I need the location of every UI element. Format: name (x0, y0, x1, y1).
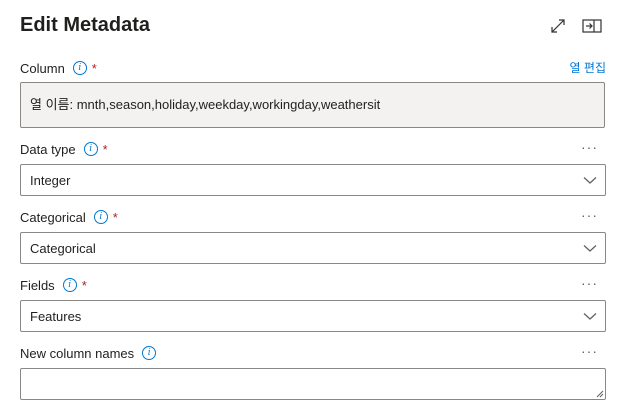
info-icon[interactable]: i (62, 278, 77, 292)
new-column-names-label-row: New column names i ··· (20, 343, 606, 363)
more-icon[interactable]: ··· (581, 139, 598, 155)
fields-label: Fields (20, 277, 55, 293)
chevron-down-icon (583, 245, 597, 252)
data-type-label: Data type (20, 141, 76, 157)
chevron-down-icon (583, 313, 597, 320)
required-marker: * (102, 141, 108, 157)
collapse-panel-icon[interactable] (582, 16, 602, 36)
categorical-label: Categorical (20, 209, 86, 225)
fields-dropdown[interactable]: Features (20, 300, 606, 332)
categorical-dropdown[interactable]: Categorical (20, 232, 606, 264)
data-type-value: Integer (30, 172, 71, 188)
more-icon[interactable]: ··· (581, 207, 598, 223)
data-type-dropdown[interactable]: Integer (20, 164, 606, 196)
new-column-names-textarea[interactable] (20, 368, 606, 400)
more-icon[interactable]: ··· (581, 275, 598, 291)
categorical-value: Categorical (30, 240, 96, 256)
edit-columns-link[interactable]: 열 편집 (570, 59, 606, 76)
column-selection-display: 열 이름: mnth,season,holiday,weekday,workin… (20, 82, 605, 128)
column-label: Column (20, 60, 65, 76)
info-icon[interactable]: i (83, 142, 98, 156)
categorical-label-row: Categorical i * ··· (20, 207, 606, 227)
required-marker: * (81, 277, 87, 293)
fields-label-row: Fields i * ··· (20, 275, 606, 295)
info-icon[interactable]: i (142, 346, 157, 360)
required-marker: * (112, 209, 118, 225)
data-type-label-row: Data type i * ··· (20, 139, 606, 159)
more-icon[interactable]: ··· (581, 343, 598, 359)
column-label-row: Column i * 열 편집 (20, 58, 606, 78)
required-marker: * (91, 60, 97, 76)
resize-grip-icon[interactable] (595, 389, 604, 398)
fields-value: Features (30, 308, 82, 324)
chevron-down-icon (583, 177, 597, 184)
info-icon[interactable]: i (93, 210, 108, 224)
expand-icon[interactable] (548, 16, 568, 36)
panel-title: Edit Metadata (20, 14, 151, 36)
info-icon[interactable]: i (72, 61, 87, 75)
new-column-names-label: New column names (20, 345, 135, 361)
